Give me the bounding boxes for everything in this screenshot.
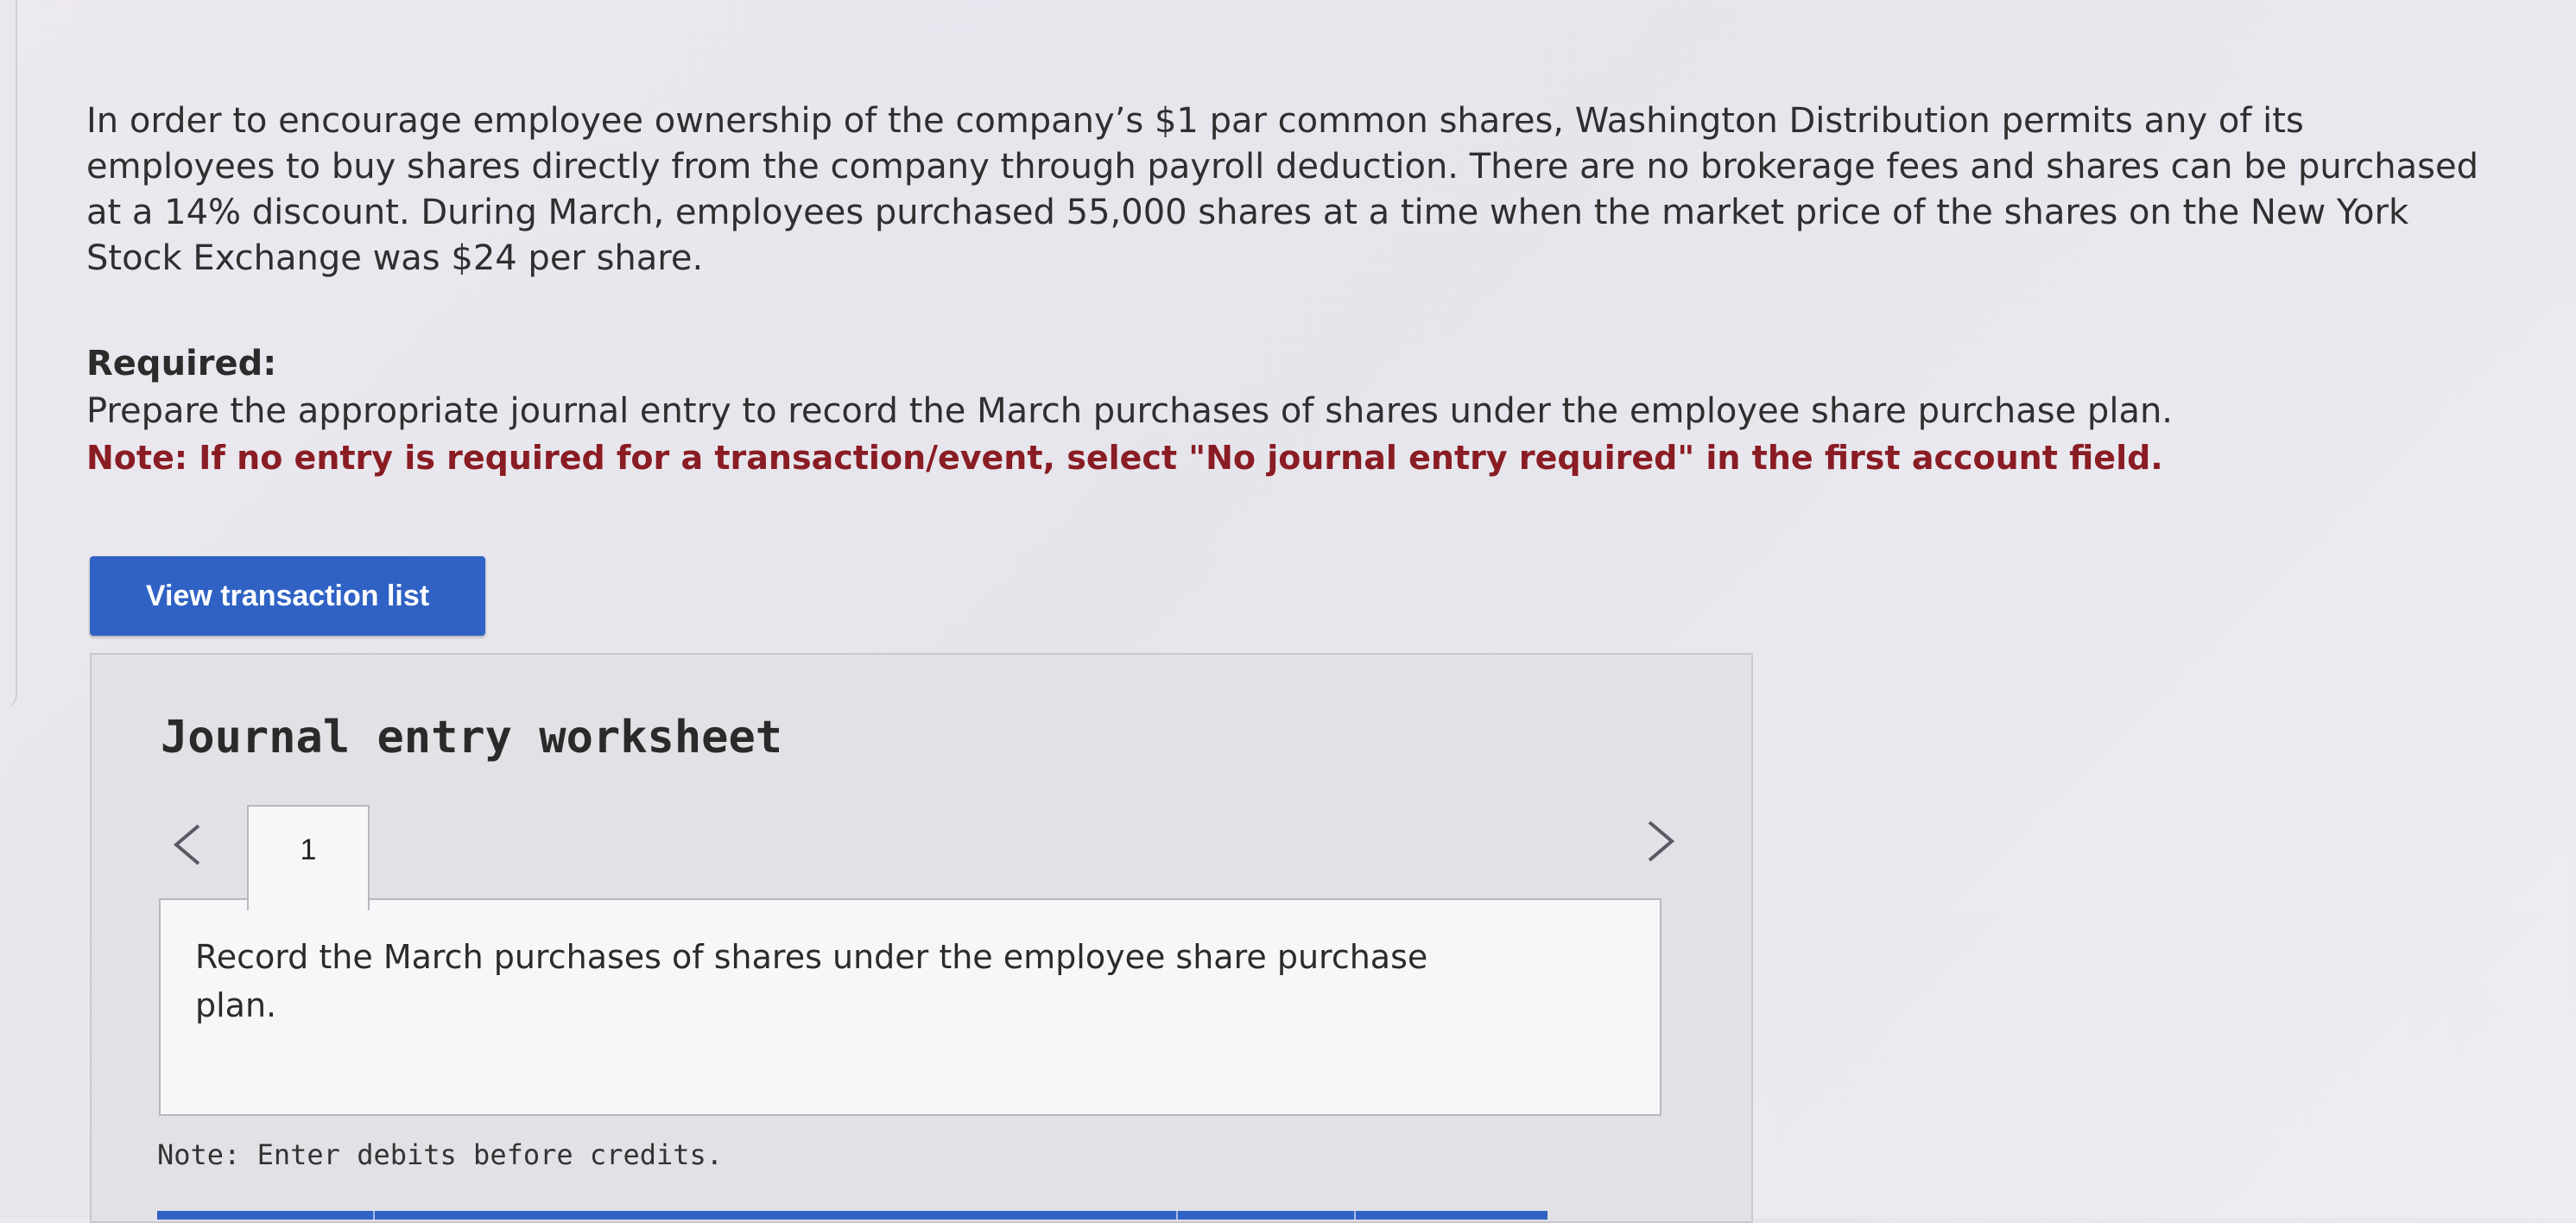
- required-heading: Required:: [86, 344, 277, 383]
- tab-entry-1[interactable]: 1: [247, 805, 370, 910]
- chevron-right-icon[interactable]: [1636, 810, 1687, 872]
- worksheet-title: Journal entry worksheet: [161, 712, 783, 764]
- bar-divider: [1354, 1211, 1356, 1220]
- view-transaction-list-button[interactable]: View transaction list: [90, 556, 485, 636]
- chevron-left-icon[interactable]: [161, 814, 212, 876]
- journal-entry-worksheet: Journal entry worksheet 1 Record the Mar…: [90, 653, 1753, 1223]
- debits-credits-note: Note: Enter debits before credits.: [157, 1138, 724, 1171]
- worksheet-bottom-bar: [157, 1211, 1547, 1220]
- tab-label: 1: [300, 833, 317, 866]
- left-edge-decoration: [0, 0, 17, 708]
- entry-instruction-panel: Record the March purchases of shares und…: [159, 898, 1661, 1116]
- bar-divider: [1176, 1211, 1178, 1220]
- required-note: Note: If no entry is required for a tran…: [86, 439, 2163, 477]
- bar-divider: [373, 1211, 375, 1220]
- entry-instruction: Record the March purchases of shares und…: [195, 938, 1428, 1024]
- problem-statement: In order to encourage employee ownership…: [86, 101, 2478, 278]
- required-instruction: Prepare the appropriate journal entry to…: [86, 391, 2174, 431]
